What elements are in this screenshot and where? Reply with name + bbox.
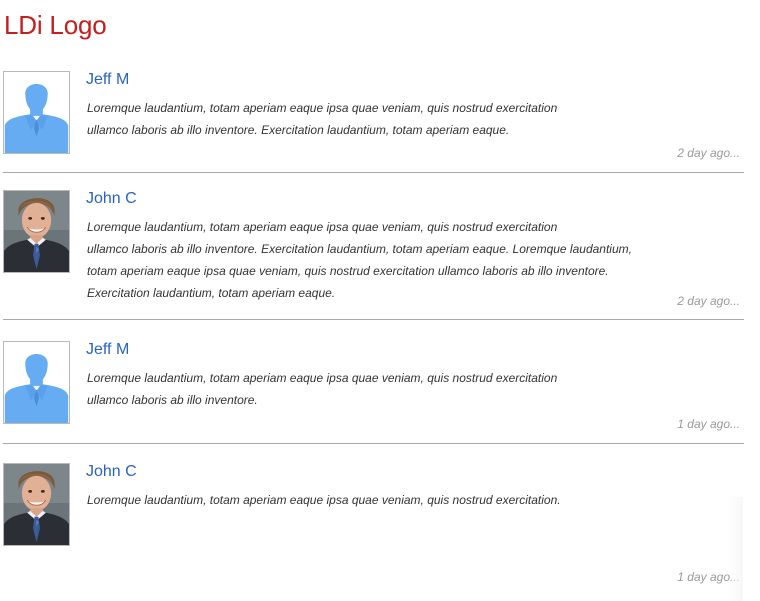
comment-text-line: Loremque laudantium, totam aperiam eaque…: [87, 220, 558, 234]
comment-text-line: Exercitation laudantium, totam aperiam e…: [87, 286, 336, 300]
user-photo-avatar[interactable]: [3, 190, 70, 273]
comment-text: Loremque laudantium, totam aperiam eaque…: [87, 216, 647, 304]
comment-timestamp: 2 day ago...: [677, 294, 740, 308]
comment-text-line: ullamco laboris ab illo inventore. Exerc…: [87, 242, 632, 256]
default-user-silhouette-icon[interactable]: [3, 341, 70, 424]
comment-item: John C Loremque laudantium, totam aperia…: [3, 463, 744, 588]
comment-author-link[interactable]: Jeff M: [86, 341, 129, 359]
comment-author-link[interactable]: John C: [86, 463, 137, 481]
comment-text-line: Loremque laudantium, totam aperiam eaque…: [87, 101, 558, 115]
comment-text: Loremque laudantium, totam aperiam eaque…: [87, 97, 647, 141]
comment-text-line: Loremque laudantium, totam aperiam eaque…: [87, 493, 561, 507]
scroll-fade-edge: [729, 497, 743, 601]
logo[interactable]: LDi Logo: [4, 8, 107, 42]
comment-text-line: ullamco laboris ab illo inventore.: [87, 393, 258, 407]
comment-author-link[interactable]: John C: [86, 190, 137, 208]
comment-item: Jeff M Loremque laudantium, totam aperia…: [3, 341, 744, 444]
comment-author-link[interactable]: Jeff M: [86, 71, 129, 89]
comment-text-line: Loremque laudantium, totam aperiam eaque…: [87, 371, 558, 385]
comment-text: Loremque laudantium, totam aperiam eaque…: [87, 367, 647, 411]
comment-timestamp: 2 day ago...: [677, 146, 740, 160]
comment-text: Loremque laudantium, totam aperiam eaque…: [87, 489, 647, 511]
user-photo-avatar[interactable]: [3, 463, 70, 546]
default-user-silhouette-icon[interactable]: [3, 71, 70, 154]
comment-text-line: totam aperiam eaque ipsa quae veniam, qu…: [87, 264, 609, 278]
comment-item: John C Loremque laudantium, totam aperia…: [3, 190, 744, 320]
comment-timestamp: 1 day ago...: [677, 417, 740, 431]
comment-item: Jeff M Loremque laudantium, totam aperia…: [3, 71, 744, 173]
comment-text-line: ullamco laboris ab illo inventore. Exerc…: [87, 123, 510, 137]
